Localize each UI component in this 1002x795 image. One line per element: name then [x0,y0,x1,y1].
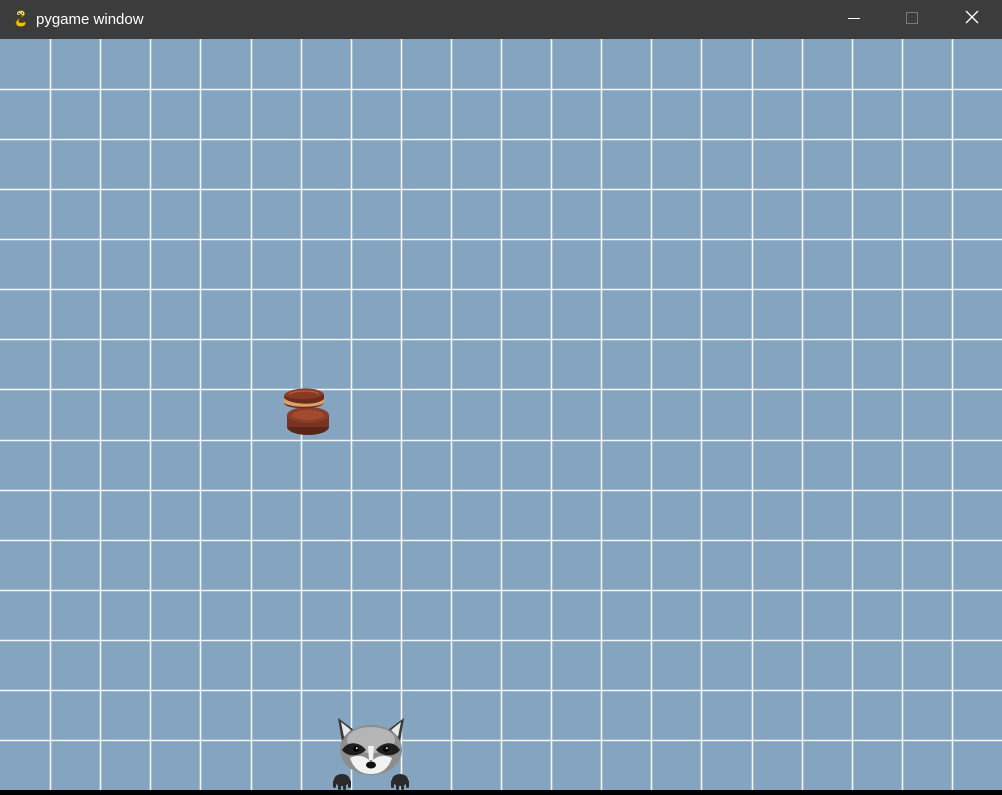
raccoon-player-sprite [330,716,412,790]
pygame-window: pygame window [0,0,1002,790]
pygame-snake-icon [11,9,31,29]
window-title: pygame window [36,11,144,28]
game-canvas[interactable] [0,39,1002,790]
tile-grid [0,39,1002,790]
falling-cookie-sprite [281,385,331,437]
minimize-icon [848,11,860,29]
minimize-button[interactable] [825,0,883,39]
maximize-icon [906,11,918,29]
close-button[interactable] [941,0,1002,39]
close-icon [965,10,979,29]
maximize-button[interactable] [883,0,941,39]
window-titlebar[interactable]: pygame window [0,0,1002,39]
